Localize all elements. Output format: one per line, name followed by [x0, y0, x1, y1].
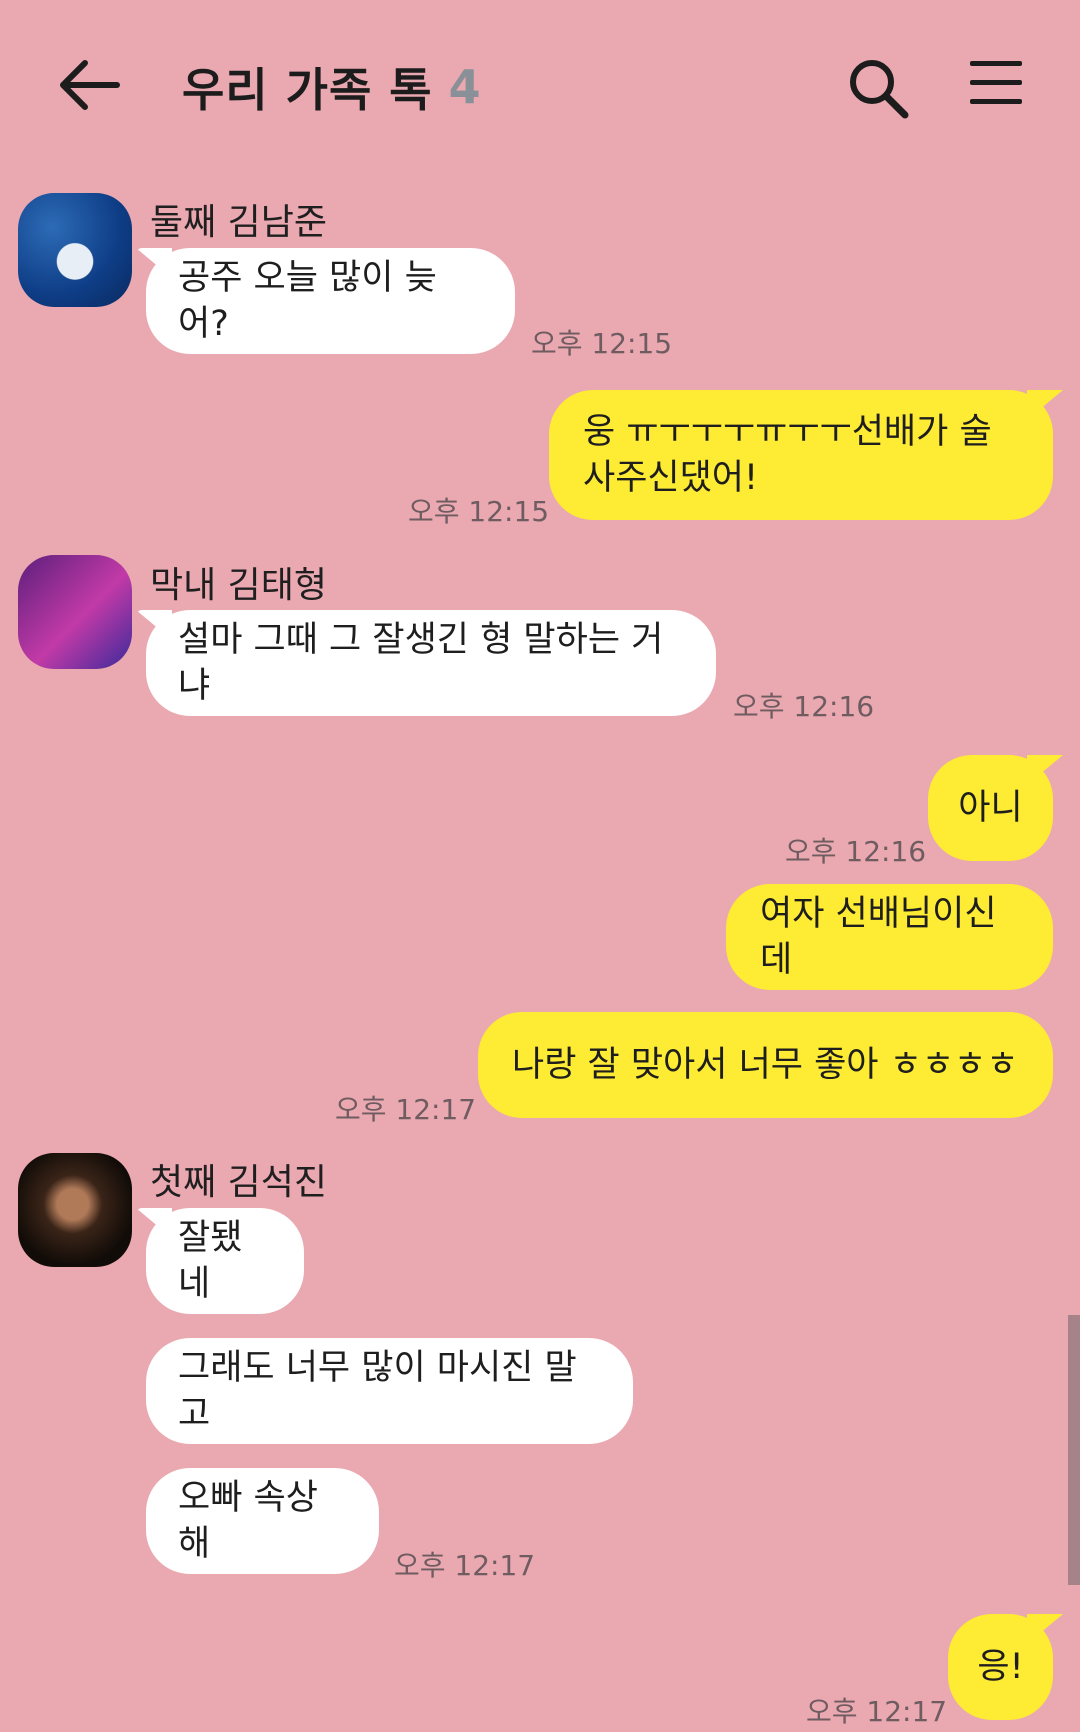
message-bubble[interactable]: 응!: [948, 1614, 1053, 1720]
avatar-namjoon[interactable]: [18, 193, 132, 307]
message-text: 응!: [977, 1647, 1024, 1687]
message-text: 나랑 잘 맞아서 너무 좋아 ㅎㅎㅎㅎ: [512, 1045, 1019, 1085]
message-text: 여자 선배님이신데: [760, 894, 997, 980]
sender-name: 첫째 김석진: [150, 1162, 328, 1203]
chat-title: 우리 가족 톡: [182, 63, 433, 117]
message-bubble[interactable]: 설마 그때 그 잘생긴 형 말하는 거냐: [146, 610, 716, 716]
message-bubble[interactable]: 웅 ㅠㅜㅜㅜㅠㅜㅜ선배가 술 사주신댔어!: [549, 390, 1053, 520]
chat-title-group: 우리 가족 톡 4: [182, 52, 481, 122]
message-bubble[interactable]: 아니: [928, 755, 1053, 861]
search-button[interactable]: [845, 55, 911, 121]
message-bubble[interactable]: 공주 오늘 많이 늦어?: [146, 248, 515, 354]
sender-name: 막내 김태형: [150, 565, 328, 606]
message-time: 오후 12:16: [733, 690, 875, 723]
message-time: 오후 12:15: [531, 327, 673, 360]
message-text: 웅 ㅠㅜㅜㅜㅠㅜㅜ선배가 술 사주신댔어!: [583, 412, 992, 498]
message-bubble[interactable]: 여자 선배님이신데: [726, 884, 1053, 990]
scrollbar[interactable]: [1068, 1315, 1080, 1585]
back-button[interactable]: [55, 55, 121, 115]
menu-button[interactable]: [968, 58, 1024, 108]
avatar-taehyung[interactable]: [18, 555, 132, 669]
menu-icon: [970, 61, 1022, 104]
message-text: 아니: [958, 788, 1023, 828]
avatar-seokjin[interactable]: [18, 1153, 132, 1267]
message-bubble[interactable]: 잘됐네: [146, 1208, 304, 1314]
message-bubble[interactable]: 나랑 잘 맞아서 너무 좋아 ㅎㅎㅎㅎ: [478, 1012, 1053, 1118]
message-bubble[interactable]: 오빠 속상해: [146, 1468, 379, 1574]
message-time: 오후 12:17: [806, 1695, 948, 1728]
message-text: 설마 그때 그 잘생긴 형 말하는 거냐: [178, 620, 664, 706]
message-time: 오후 12:16: [785, 835, 927, 868]
message-time: 오후 12:17: [335, 1093, 477, 1126]
message-text: 오빠 속상해: [178, 1478, 318, 1564]
sender-name: 둘째 김남준: [150, 202, 328, 243]
chat-header: 우리 가족 톡 4: [0, 0, 1080, 170]
message-text: 공주 오늘 많이 늦어?: [178, 258, 437, 344]
search-icon: [850, 60, 909, 119]
message-time: 오후 12:15: [408, 495, 550, 528]
message-time: 오후 12:17: [394, 1549, 536, 1582]
message-text: 그래도 너무 많이 마시진 말고: [178, 1348, 577, 1434]
message-bubble[interactable]: 그래도 너무 많이 마시진 말고: [146, 1338, 633, 1444]
back-arrow-icon: [60, 60, 120, 110]
message-text: 잘됐네: [178, 1218, 243, 1304]
member-count: 4: [448, 60, 481, 114]
